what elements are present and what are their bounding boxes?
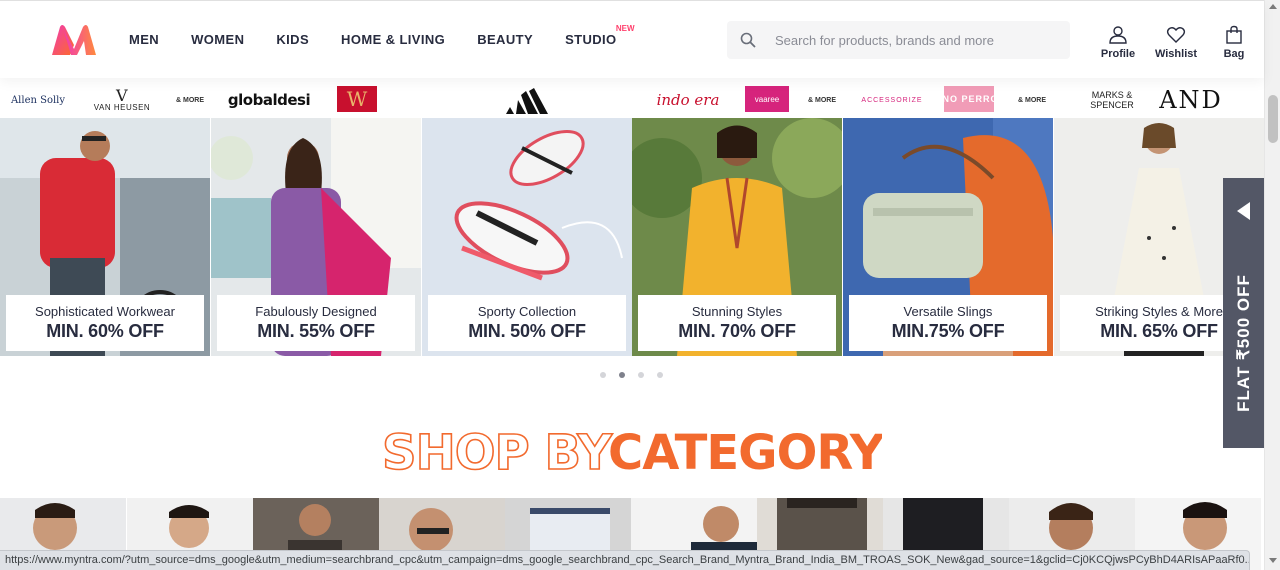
- brand-globaldesi[interactable]: globaldesi: [228, 86, 311, 114]
- banner-caption: Fabulously Designed MIN. 55% OFF: [217, 295, 415, 351]
- banner-offer: MIN. 50% OFF: [468, 321, 586, 341]
- brand-accessorize[interactable]: ACCESSORIZE: [860, 86, 924, 114]
- banner-caption: Versatile Slings MIN.75% OFF: [849, 295, 1047, 351]
- carousel-dot[interactable]: [638, 372, 644, 378]
- brand-van-heusen[interactable]: V VAN HEUSEN: [92, 86, 152, 114]
- profile-button[interactable]: Profile: [1094, 25, 1142, 60]
- wishlist-button[interactable]: Wishlist: [1152, 25, 1200, 60]
- scrollbar-thumb[interactable]: [1268, 95, 1278, 143]
- link-status-bar: https://www.myntra.com/?utm_source=dms_g…: [0, 550, 1250, 570]
- search-icon[interactable]: [740, 32, 756, 48]
- banner-title: Stunning Styles: [691, 304, 783, 319]
- scroll-down-arrow-icon[interactable]: [1269, 558, 1277, 563]
- banner-caption: Stunning Styles MIN. 70% OFF: [638, 295, 836, 351]
- banner-offer: MIN. 60% OFF: [46, 321, 164, 341]
- section-title-outline: SHOP BY: [382, 425, 613, 481]
- nav-home-living[interactable]: HOME & LIVING: [341, 32, 445, 47]
- new-badge: NEW: [615, 24, 635, 33]
- flat-offer-label: FLAT ₹500 OFF: [1234, 274, 1253, 412]
- banner-title: Sporty Collection: [477, 304, 577, 319]
- brand-vaaree[interactable]: vaaree: [745, 86, 789, 112]
- carousel-dots: [600, 372, 676, 378]
- banner-offer: MIN. 70% OFF: [678, 321, 796, 341]
- banner-title: Versatile Slings: [903, 304, 993, 319]
- banner-offer: MIN. 55% OFF: [257, 321, 375, 341]
- main-nav: MEN WOMEN KIDS HOME & LIVING BEAUTY STUD…: [129, 24, 649, 47]
- carousel-dot[interactable]: [657, 372, 663, 378]
- brand-and[interactable]: AND: [1159, 86, 1221, 114]
- brand-lino-perros[interactable]: LINO PERROS: [933, 86, 1005, 112]
- heart-icon: [1166, 27, 1186, 43]
- nav-kids[interactable]: KIDS: [276, 32, 309, 47]
- nav-women[interactable]: WOMEN: [191, 32, 244, 47]
- page-scrollbar[interactable]: [1264, 0, 1280, 570]
- brand-allen-solly[interactable]: Allen Solly: [10, 86, 66, 114]
- brand-marks-line1: MARKS &: [1091, 90, 1133, 100]
- brand-marks-spencer[interactable]: MARKS & SPENCER: [1084, 86, 1140, 114]
- wishlist-label: Wishlist: [1154, 48, 1198, 60]
- profile-label: Profile: [1100, 48, 1136, 60]
- brand-strip: Allen Solly V VAN HEUSEN & MORE globalde…: [0, 80, 1264, 118]
- carousel-dot-active[interactable]: [619, 372, 625, 378]
- brand-w[interactable]: W: [337, 86, 377, 112]
- header-actions: Profile Wishlist Bag: [1094, 25, 1268, 60]
- offer-banner-row: Sophisticated Workwear MIN. 60% OFF Fabu…: [0, 118, 1264, 356]
- site-header: MEN WOMEN KIDS HOME & LIVING BEAUTY STUD…: [0, 0, 1264, 78]
- bag-button[interactable]: Bag: [1210, 25, 1258, 60]
- chevron-left-icon: [1237, 202, 1250, 220]
- banner-card[interactable]: Stunning Styles MIN. 70% OFF: [632, 118, 842, 356]
- banner-caption: Sporty Collection MIN. 50% OFF: [428, 295, 626, 351]
- banner-title: Sophisticated Workwear: [35, 304, 175, 319]
- nav-studio[interactable]: STUDIO NEW: [565, 24, 635, 47]
- brand-more-link[interactable]: & MORE: [172, 86, 208, 114]
- bag-label: Bag: [1223, 48, 1245, 60]
- banner-title: Fabulously Designed: [255, 304, 377, 319]
- section-title: SHOP BY CATEGORY: [0, 420, 1264, 487]
- nav-beauty[interactable]: BEAUTY: [477, 32, 533, 47]
- shop-by-category-heading: SHOP BY CATEGORY: [381, 424, 887, 482]
- search-bar: [727, 21, 1070, 59]
- brand-marks-line2: SPENCER: [1090, 100, 1134, 110]
- brand-van-heusen-label: VAN HEUSEN: [93, 102, 151, 112]
- banner-card[interactable]: Sophisticated Workwear MIN. 60% OFF: [0, 118, 210, 356]
- brand-more-link[interactable]: & MORE: [804, 86, 840, 114]
- carousel-dot[interactable]: [600, 372, 606, 378]
- bag-icon: [1226, 25, 1242, 44]
- search-input[interactable]: [775, 21, 1055, 59]
- banner-card[interactable]: Fabulously Designed MIN. 55% OFF: [211, 118, 421, 356]
- brand-more-link[interactable]: & MORE: [1014, 86, 1050, 114]
- myntra-logo[interactable]: [50, 23, 98, 57]
- banner-offer: MIN.75% OFF: [891, 321, 1005, 341]
- flat-offer-tab[interactable]: FLAT ₹500 OFF: [1223, 178, 1265, 448]
- banner-caption: Sophisticated Workwear MIN. 60% OFF: [6, 295, 204, 351]
- section-title-fill: CATEGORY: [608, 425, 882, 481]
- nav-men[interactable]: MEN: [129, 32, 159, 47]
- banner-card[interactable]: Versatile Slings MIN.75% OFF: [843, 118, 1053, 356]
- profile-icon: [1109, 26, 1127, 44]
- brand-indo-era[interactable]: indo era: [656, 86, 720, 114]
- scroll-up-arrow-icon[interactable]: [1269, 4, 1277, 9]
- adidas-logo-icon[interactable]: [504, 86, 548, 114]
- banner-card[interactable]: Sporty Collection MIN. 50% OFF: [422, 118, 632, 356]
